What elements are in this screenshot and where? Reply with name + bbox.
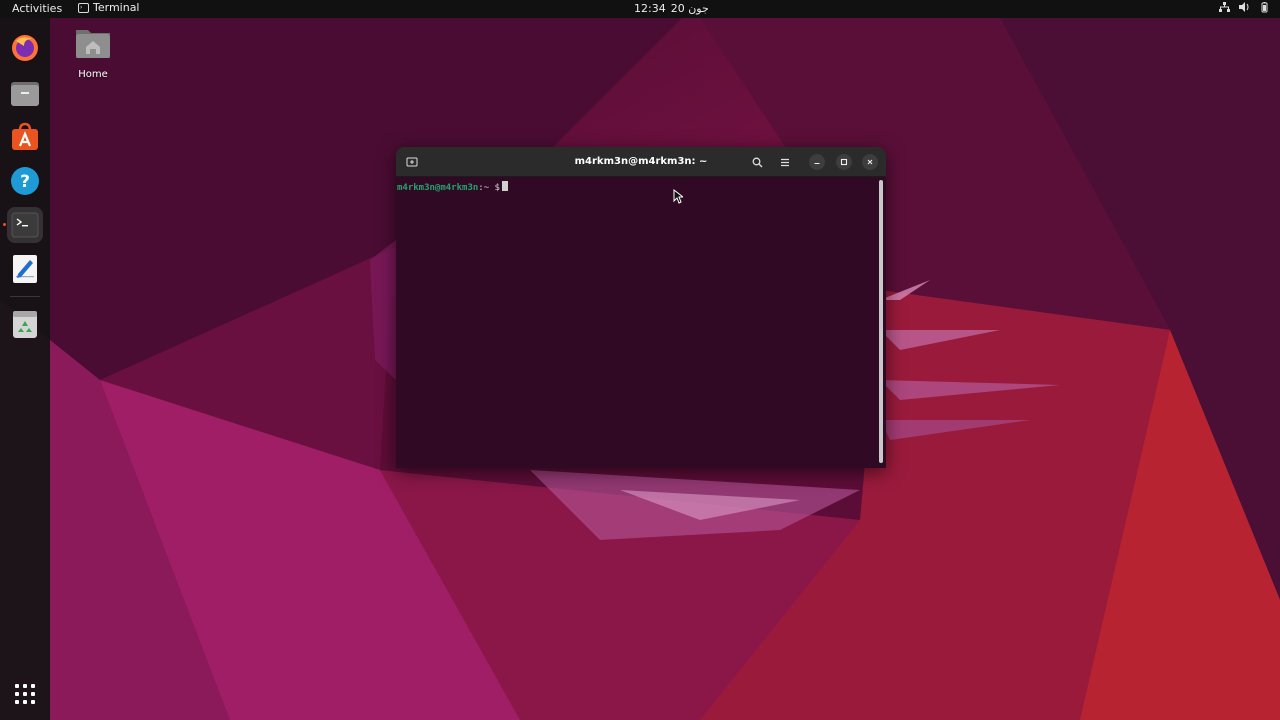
dock-item-app-center[interactable] <box>7 119 43 155</box>
terminal-content[interactable]: m4rkm3n@m4rkm3n:~ $ <box>396 177 886 468</box>
mouse-pointer-icon <box>673 189 683 204</box>
menu-button[interactable] <box>776 153 794 171</box>
search-button[interactable] <box>748 153 766 171</box>
battery-icon <box>1261 2 1268 13</box>
dock-item-files[interactable] <box>7 75 43 111</box>
dock-separator <box>10 296 40 297</box>
files-icon <box>11 82 39 106</box>
network-icon <box>1219 2 1230 12</box>
activities-button[interactable]: Activities <box>12 2 62 15</box>
desktop-icon-home[interactable]: Home <box>70 26 116 80</box>
show-apps-grid-icon <box>15 684 35 704</box>
top-bar: Activities › Terminal 12:34 20 جون <box>0 0 1280 18</box>
show-apps-button[interactable] <box>7 676 43 712</box>
maximize-button[interactable] <box>836 154 852 170</box>
terminal-icon <box>11 212 39 238</box>
terminal-headerbar[interactable]: m4rkm3n@m4rkm3n: ~ <box>396 147 886 177</box>
clock-date: 20 جون <box>670 2 709 15</box>
app-menu-label: Terminal <box>93 1 140 14</box>
prompt-line: m4rkm3n@m4rkm3n:~ $ <box>397 181 508 193</box>
prompt-user: m4rkm3n@m4rkm3n <box>397 183 479 193</box>
home-label: Home <box>78 69 108 80</box>
system-tray[interactable] <box>1219 2 1270 13</box>
close-icon <box>867 159 873 165</box>
scrollbar[interactable] <box>879 180 883 463</box>
dock-item-help[interactable]: ? <box>7 163 43 199</box>
terminal-window[interactable]: m4rkm3n@m4rkm3n: ~ m4rkm3n@m4rkm3n:~ $ <box>396 147 886 468</box>
close-button[interactable] <box>862 154 878 170</box>
prompt-symbol: $ <box>494 183 500 193</box>
minimize-icon <box>814 162 820 165</box>
home-folder-icon <box>74 26 112 60</box>
terminal-icon: › <box>78 2 89 13</box>
maximize-icon <box>840 158 848 166</box>
hamburger-menu-icon <box>781 158 789 166</box>
app-center-icon <box>12 122 38 150</box>
firefox-icon <box>12 35 38 61</box>
dock-item-text-editor[interactable] <box>7 251 43 287</box>
text-cursor <box>501 181 508 191</box>
search-icon <box>752 157 762 167</box>
help-icon: ? <box>11 167 39 195</box>
app-menu[interactable]: › Terminal <box>78 1 140 14</box>
prompt-path: :~ <box>478 183 490 193</box>
trash-icon <box>13 311 37 338</box>
svg-text:?: ? <box>20 172 30 192</box>
volume-icon <box>1239 2 1249 12</box>
dock-item-firefox[interactable] <box>7 30 43 66</box>
running-indicator <box>3 223 6 226</box>
clock[interactable]: 12:34 20 جون <box>634 2 709 15</box>
dock: ? <box>0 18 50 720</box>
minimize-button[interactable] <box>809 154 825 170</box>
dock-item-trash[interactable] <box>7 306 43 342</box>
clock-time: 12:34 <box>634 2 666 15</box>
dock-item-terminal[interactable] <box>7 207 43 243</box>
text-editor-icon <box>13 255 37 283</box>
